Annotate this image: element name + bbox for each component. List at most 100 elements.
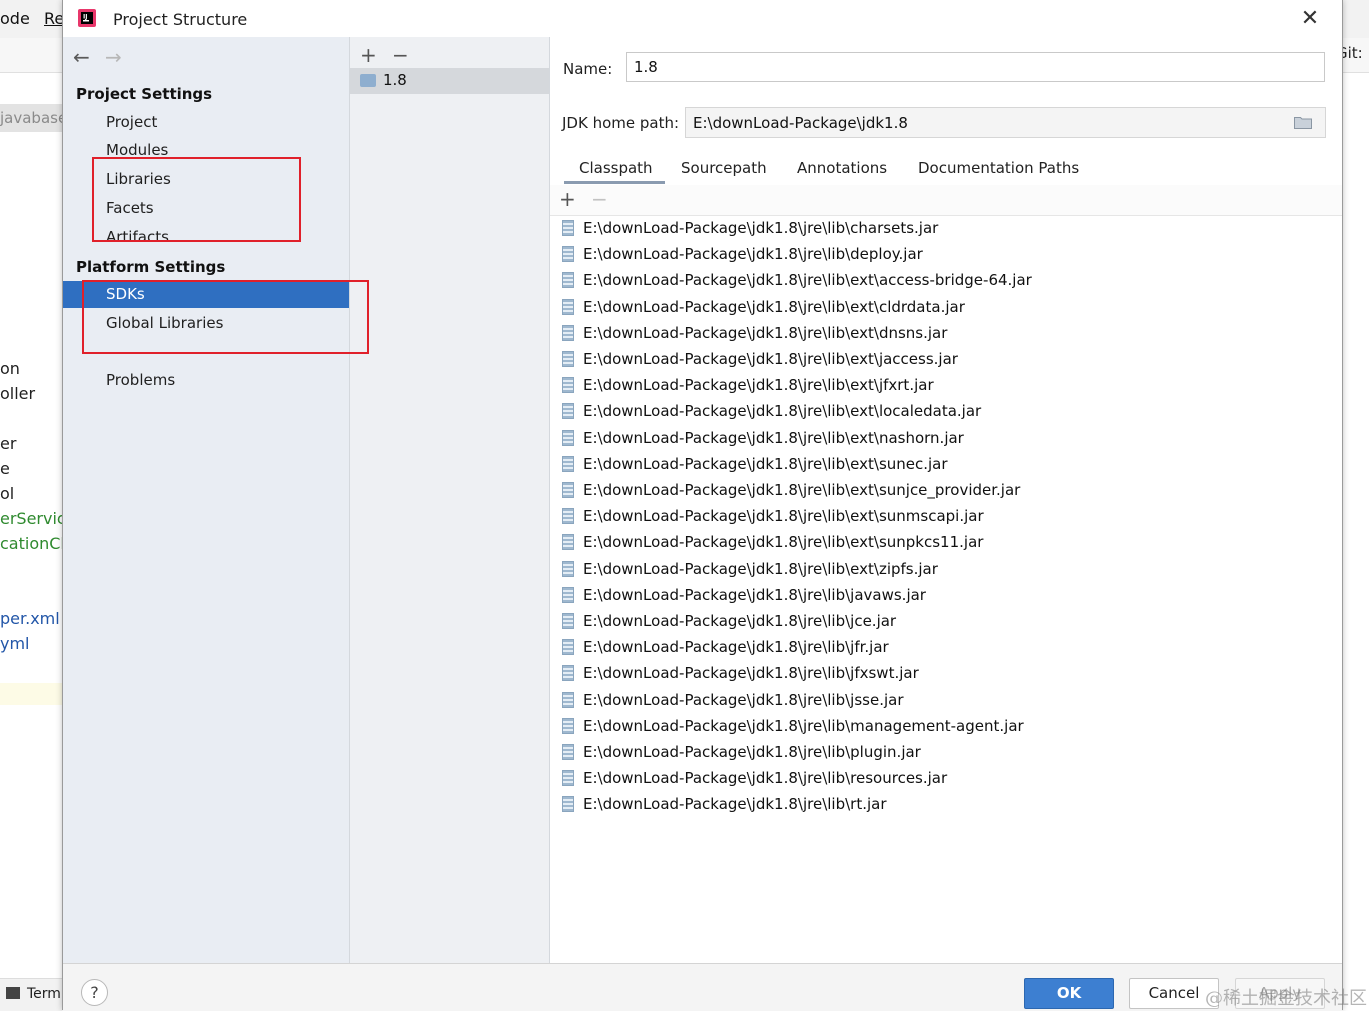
classpath-row[interactable]: E:\downLoad-Package\jdk1.8\jre\lib\rt.ja… <box>550 792 1342 818</box>
sdk-name-input[interactable] <box>626 52 1325 82</box>
classpath-row[interactable]: E:\downLoad-Package\jdk1.8\jre\lib\ext\j… <box>550 347 1342 373</box>
nav-item-label: Problems <box>106 371 176 389</box>
annotation-box-platform <box>82 280 369 354</box>
jar-file-icon <box>562 534 574 551</box>
ide-file-item[interactable]: ol <box>0 484 14 503</box>
ide-terminal-tab[interactable]: Termi <box>0 978 65 1011</box>
classpath-entry-label: E:\downLoad-Package\jdk1.8\jre\lib\ext\s… <box>583 533 984 552</box>
classpath-row[interactable]: E:\downLoad-Package\jdk1.8\jre\lib\ext\n… <box>550 426 1342 452</box>
tab-annotations[interactable]: Annotations <box>797 159 887 177</box>
terminal-tab-label: Termi <box>27 986 65 1002</box>
browse-folder-icon[interactable] <box>1294 116 1312 129</box>
classpath-entry-label: E:\downLoad-Package\jdk1.8\jre\lib\rt.ja… <box>583 795 887 814</box>
classpath-row[interactable]: E:\downLoad-Package\jdk1.8\jre\lib\manag… <box>550 714 1342 740</box>
classpath-row[interactable]: E:\downLoad-Package\jdk1.8\jre\lib\ext\z… <box>550 557 1342 583</box>
classpath-row[interactable]: E:\downLoad-Package\jdk1.8\jre\lib\resou… <box>550 766 1342 792</box>
jdk-home-path-value: E:\downLoad-Package\jdk1.8 <box>693 114 908 132</box>
jdk-home-path-field[interactable]: E:\downLoad-Package\jdk1.8 <box>685 107 1326 138</box>
jar-file-icon <box>562 246 574 263</box>
classpath-entry-label: E:\downLoad-Package\jdk1.8\jre\lib\jfr.j… <box>583 638 889 657</box>
classpath-row[interactable]: E:\downLoad-Package\jdk1.8\jre\lib\ext\s… <box>550 452 1342 478</box>
tab-documentation-paths[interactable]: Documentation Paths <box>918 159 1079 177</box>
ide-file-item[interactable]: per.xml <box>0 609 60 628</box>
terminal-icon <box>6 987 20 999</box>
classpath-row[interactable]: E:\downLoad-Package\jdk1.8\jre\lib\javaw… <box>550 583 1342 609</box>
classpath-row[interactable]: E:\downLoad-Package\jdk1.8\jre\lib\ext\s… <box>550 530 1342 556</box>
ide-file-item[interactable]: yml <box>0 634 30 653</box>
minus-icon[interactable]: − <box>392 43 409 67</box>
classpath-row[interactable]: E:\downLoad-Package\jdk1.8\jre\lib\jfxsw… <box>550 661 1342 687</box>
jar-file-icon <box>562 403 574 420</box>
classpath-row[interactable]: E:\downLoad-Package\jdk1.8\jre\lib\ext\l… <box>550 399 1342 425</box>
classpath-row[interactable]: E:\downLoad-Package\jdk1.8\jre\lib\deplo… <box>550 242 1342 268</box>
classpath-entry-label: E:\downLoad-Package\jdk1.8\jre\lib\jfxsw… <box>583 664 919 683</box>
ok-button[interactable]: OK <box>1024 978 1114 1009</box>
minus-icon[interactable]: − <box>591 187 608 211</box>
jar-file-icon <box>562 482 574 498</box>
classpath-entry-label: E:\downLoad-Package\jdk1.8\jre\lib\ext\c… <box>583 297 965 316</box>
sdk-detail-pane: Name: JDK home path: E:\downLoad-Package… <box>550 37 1342 963</box>
jar-file-icon <box>562 298 574 315</box>
jar-file-icon <box>562 744 574 760</box>
help-button[interactable]: ? <box>81 979 108 1006</box>
classpath-row[interactable]: E:\downLoad-Package\jdk1.8\jre\lib\jsse.… <box>550 688 1342 714</box>
tab-sourcepath[interactable]: Sourcepath <box>681 159 767 177</box>
classpath-entry-label: E:\downLoad-Package\jdk1.8\jre\lib\ext\n… <box>583 428 964 447</box>
classpath-entry-label: E:\downLoad-Package\jdk1.8\jre\lib\resou… <box>583 769 948 788</box>
classpath-row[interactable]: E:\downLoad-Package\jdk1.8\jre\lib\jfr.j… <box>550 635 1342 661</box>
jar-file-icon <box>562 770 574 787</box>
tab-classpath[interactable]: Classpath <box>579 159 653 177</box>
plus-icon[interactable]: + <box>360 43 377 67</box>
project-structure-dialog: IJ Project Structure ✕ ← → Project Setti… <box>62 0 1367 1011</box>
ide-project-tab[interactable]: javabase <box>0 104 67 132</box>
classpath-entry-label: E:\downLoad-Package\jdk1.8\jre\lib\ext\j… <box>583 350 958 368</box>
project-settings-header: Project Settings <box>76 85 213 103</box>
sdk-tabs: Classpath Sourcepath Annotations Documen… <box>550 152 1342 186</box>
classpath-entry-label: E:\downLoad-Package\jdk1.8\jre\lib\jce.j… <box>583 612 897 630</box>
classpath-row[interactable]: E:\downLoad-Package\jdk1.8\jre\lib\ext\d… <box>550 321 1342 347</box>
classpath-entry-label: E:\downLoad-Package\jdk1.8\jre\lib\ext\d… <box>583 323 948 342</box>
intellij-app-icon: IJ <box>78 9 96 27</box>
dialog-footer: ? OK Cancel Apply @稀土掘金技术社区 <box>63 963 1367 1011</box>
classpath-entry-label: E:\downLoad-Package\jdk1.8\jre\lib\manag… <box>583 716 1024 735</box>
ide-file-item[interactable]: e <box>0 459 10 478</box>
close-icon[interactable]: ✕ <box>1297 6 1323 32</box>
arrow-right-icon[interactable]: → <box>105 45 122 69</box>
classpath-row[interactable]: E:\downLoad-Package\jdk1.8\jre\lib\ext\s… <box>550 478 1342 504</box>
nav-item-project[interactable]: Project <box>63 109 349 136</box>
classpath-row[interactable]: E:\downLoad-Package\jdk1.8\jre\lib\chars… <box>550 216 1342 242</box>
jar-file-icon <box>562 377 574 394</box>
classpath-row[interactable]: E:\downLoad-Package\jdk1.8\jre\lib\ext\c… <box>550 295 1342 321</box>
arrow-left-icon[interactable]: ← <box>73 45 90 69</box>
classpath-entry-label: E:\downLoad-Package\jdk1.8\jre\lib\plugi… <box>583 743 921 761</box>
classpath-row[interactable]: E:\downLoad-Package\jdk1.8\jre\lib\ext\a… <box>550 268 1342 294</box>
sdk-list-item-label: 1.8 <box>383 71 407 89</box>
nav-item-problems[interactable]: Problems <box>63 367 349 394</box>
plus-icon[interactable]: + <box>559 187 576 211</box>
ide-highlight-line <box>0 683 62 705</box>
jar-file-icon <box>562 508 574 525</box>
dialog-title: Project Structure <box>113 10 248 29</box>
classpath-list: E:\downLoad-Package\jdk1.8\jre\lib\chars… <box>550 216 1342 956</box>
svg-text:IJ: IJ <box>83 14 87 21</box>
classpath-toolbar: + − <box>550 185 1342 216</box>
classpath-entry-label: E:\downLoad-Package\jdk1.8\jre\lib\ext\a… <box>583 271 1032 290</box>
classpath-row[interactable]: E:\downLoad-Package\jdk1.8\jre\lib\plugi… <box>550 740 1342 766</box>
menu-item-code[interactable]: ode <box>0 9 30 28</box>
jar-file-icon <box>562 639 574 656</box>
sdk-list-panel: + − 1.8 <box>350 37 550 963</box>
classpath-entry-label: E:\downLoad-Package\jdk1.8\jre\lib\ext\s… <box>583 507 984 526</box>
classpath-row[interactable]: E:\downLoad-Package\jdk1.8\jre\lib\ext\s… <box>550 504 1342 530</box>
ide-file-item[interactable]: er <box>0 434 16 453</box>
classpath-row[interactable]: E:\downLoad-Package\jdk1.8\jre\lib\jce.j… <box>550 609 1342 635</box>
dialog-titlebar: IJ Project Structure ✕ <box>63 0 1342 38</box>
jar-file-icon <box>562 560 574 577</box>
classpath-entry-label: E:\downLoad-Package\jdk1.8\jre\lib\jsse.… <box>583 690 904 709</box>
sdk-list-item[interactable]: 1.8 <box>350 68 549 94</box>
ide-file-item[interactable]: oller <box>0 384 35 403</box>
jar-file-icon <box>562 586 574 603</box>
watermark: @稀土掘金技术社区 <box>1205 988 1367 1009</box>
classpath-row[interactable]: E:\downLoad-Package\jdk1.8\jre\lib\ext\j… <box>550 373 1342 399</box>
ide-file-item[interactable]: on <box>0 359 20 378</box>
classpath-entry-label: E:\downLoad-Package\jdk1.8\jre\lib\ext\j… <box>583 376 934 395</box>
